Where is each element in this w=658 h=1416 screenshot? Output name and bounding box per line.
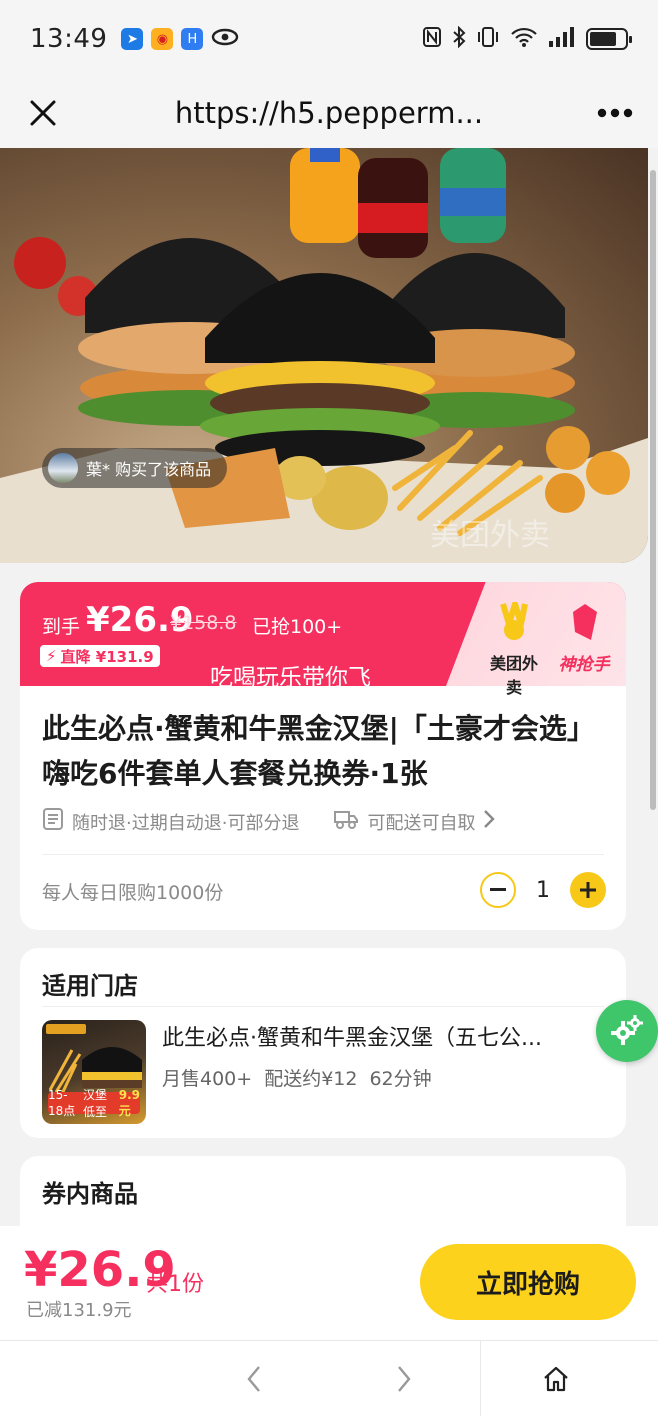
- applicable-stores-card: 适用门店 15-18点 汉堡低至 9.9元 此生必点·蟹黄和牛黑金汉堡（五七公.…: [20, 948, 626, 1138]
- lightning-icon: ⚡: [46, 647, 57, 665]
- shenqiangshou-icon: [573, 604, 597, 640]
- nav-divider: [480, 1341, 481, 1416]
- eye-icon: [211, 28, 239, 50]
- store-name[interactable]: 此生必点·蟹黄和牛黑金汉堡（五七公...: [162, 1020, 602, 1052]
- delivery-fee: 配送约¥12: [264, 1068, 358, 1090]
- document-icon: [42, 807, 64, 836]
- browser-nav-bar: [0, 1340, 658, 1416]
- plus-icon: [580, 882, 596, 898]
- browser-toolbar: https://h5.pepperm...: [0, 78, 658, 148]
- signal-icon: [548, 26, 576, 53]
- goods-title: 券内商品: [42, 1180, 138, 1208]
- wifi-icon: [510, 26, 538, 53]
- app-h-icon: H: [181, 28, 204, 50]
- promo-time: 15-18点: [48, 1087, 76, 1118]
- minus-icon: [490, 888, 506, 891]
- product-title: 此生必点·蟹黄和牛黑金汉堡|「土豪才会选」嗨吃6件套单人套餐兑换券·1张: [42, 712, 595, 790]
- divider: [42, 1006, 604, 1007]
- increase-button[interactable]: [570, 872, 606, 908]
- floating-settings-button[interactable]: [596, 1000, 658, 1062]
- burger-photo: [0, 148, 648, 563]
- quantity-stepper: 1: [480, 872, 606, 908]
- meituan-waimai-logo: 美团外卖: [484, 601, 544, 698]
- monthly-sales: 月售400+: [162, 1068, 253, 1090]
- buyer-avatar: [48, 453, 78, 483]
- delivery-policy: 可配送可自取: [367, 812, 476, 834]
- buyer-notification: 葉* 购买了该商品: [42, 448, 228, 488]
- hero-watermark: 美团外卖: [430, 518, 550, 553]
- original-price: ¥158.8: [170, 612, 237, 634]
- divider: [42, 854, 604, 855]
- purchase-bar: ¥26.9 共1份 已减131.9元 立即抢购: [0, 1226, 658, 1340]
- bluetooth-icon: [452, 25, 466, 53]
- saved-amount: 已减131.9元: [26, 1300, 132, 1321]
- product-hero-image[interactable]: 葉* 购买了该商品 美团外卖: [0, 148, 648, 563]
- weibo-icon: ◉: [151, 28, 174, 50]
- product-info-card: 到手 ¥26.9 ¥158.8 已抢100+ ⚡ 直降 ¥131.9 吃喝玩乐带…: [20, 582, 626, 930]
- promo-price: 9.9元: [118, 1087, 140, 1118]
- status-right: [422, 25, 632, 53]
- nfc-icon: [422, 26, 442, 53]
- back-button[interactable]: [214, 1341, 294, 1416]
- status-time: 13:49: [30, 24, 108, 54]
- store-promo-badge: 15-18点 汉堡低至 9.9元: [48, 1088, 140, 1119]
- shenqiangshou-logo: 神抢手: [554, 602, 614, 675]
- refund-policy: 随时退·过期自动退·可部分退: [72, 812, 300, 834]
- forward-button[interactable]: [364, 1341, 444, 1416]
- store-thumbnail[interactable]: 15-18点 汉堡低至 9.9元: [42, 1020, 146, 1124]
- forward-arrow-icon: [398, 1366, 411, 1392]
- meituan-waimai-text: 美团外卖: [489, 654, 538, 697]
- status-bar: 13:49 ➤ ◉ H: [0, 0, 658, 78]
- sold-count: 已抢100+: [252, 616, 343, 638]
- gear-icon: [611, 1015, 643, 1045]
- quantity-value[interactable]: 1: [536, 878, 550, 903]
- battery-icon: [586, 28, 632, 50]
- final-price-label: 到手: [42, 616, 81, 638]
- home-icon: [544, 1366, 568, 1392]
- home-button[interactable]: [516, 1341, 596, 1416]
- url-field[interactable]: https://h5.pepperm...: [86, 96, 572, 130]
- chevron-right-icon: [483, 809, 496, 834]
- scrollbar-thumb[interactable]: [650, 170, 656, 810]
- stores-title: 适用门店: [42, 972, 138, 1000]
- close-button[interactable]: [0, 78, 86, 148]
- more-icon: [597, 108, 633, 118]
- more-button[interactable]: [572, 78, 658, 148]
- app-blue-icon: ➤: [121, 28, 144, 50]
- buyer-text: 葉* 购买了该商品: [86, 460, 212, 479]
- promo-text: 汉堡低至: [83, 1088, 108, 1119]
- banner-slogan: 吃喝玩乐带你飞: [210, 665, 371, 691]
- store-meta: 月售400+ 配送约¥12 62分钟: [162, 1064, 432, 1091]
- close-icon: [30, 100, 56, 126]
- status-app-icons: ➤ ◉ H: [121, 28, 239, 50]
- delivery-time: 62分钟: [369, 1068, 432, 1090]
- vibrate-icon: [476, 26, 500, 53]
- discount-text: 直降 ¥131.9: [60, 647, 154, 666]
- price-banner: 到手 ¥26.9 ¥158.8 已抢100+ ⚡ 直降 ¥131.9 吃喝玩乐带…: [20, 582, 626, 697]
- decrease-button[interactable]: [480, 872, 516, 908]
- policy-row[interactable]: 随时退·过期自动退·可部分退 可配送可自取: [42, 807, 496, 836]
- discount-badge: ⚡ 直降 ¥131.9: [40, 645, 160, 667]
- total-quantity: 共1份: [146, 1272, 204, 1297]
- purchase-limit: 每人每日限购1000份: [42, 882, 224, 904]
- shenqiangshou-text: 神抢手: [558, 655, 610, 675]
- kangaroo-icon: [500, 601, 528, 640]
- delivery-icon: [333, 808, 359, 835]
- buy-now-button[interactable]: 立即抢购: [420, 1244, 636, 1320]
- back-arrow-icon: [247, 1366, 260, 1392]
